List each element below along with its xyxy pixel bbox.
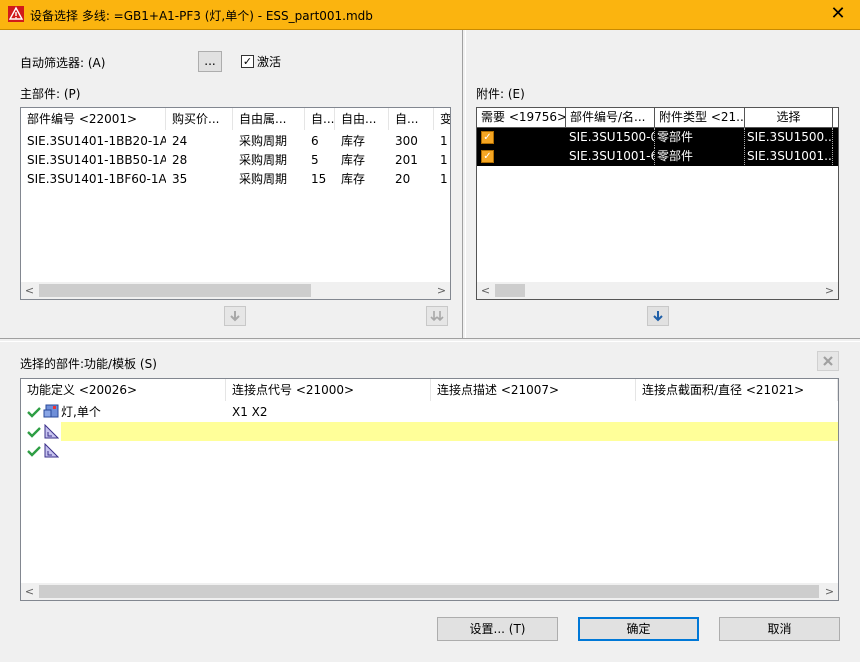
close-button[interactable]: ✕ (826, 3, 850, 25)
arrow-down-icon (653, 311, 663, 322)
table-cell[interactable]: 库存 (335, 170, 389, 189)
scroll-right-icon[interactable]: > (821, 282, 838, 299)
column-header[interactable]: 连接点描述 <21007> (431, 379, 636, 401)
ok-button[interactable]: 确定 (578, 617, 699, 641)
column-header[interactable]: 附件类型 <21... (655, 108, 745, 128)
horizontal-splitter[interactable] (0, 338, 860, 342)
column-header[interactable]: 连接点代号 <21000> (226, 379, 431, 401)
arrow-down-icon (230, 311, 240, 322)
double-arrow-down-icon (430, 311, 444, 322)
connection-designation-cell[interactable]: X1 X2 (226, 403, 426, 422)
table-cell[interactable]: 1 (434, 151, 450, 170)
main-parts-list[interactable]: 部件编号 <22001> 购买价... 自由属... 自... 自由... 自.… (20, 107, 451, 300)
table-cell[interactable]: SIE.3SU1401-1BB50-1AA0 (21, 151, 166, 170)
scroll-thumb[interactable] (39, 284, 311, 297)
table-cell[interactable]: 采购周期 (233, 132, 305, 151)
column-header-overflow (833, 108, 838, 128)
accessory-move-down-button[interactable] (647, 306, 669, 326)
table-cell[interactable]: 1 (434, 132, 450, 151)
table-cell[interactable]: SIE.3SU1401-1BF60-1AA0 (21, 170, 166, 189)
accessories-list[interactable]: 需要 <19756> 部件编号/名... 附件类型 <21... 选择 ✓ SI… (476, 107, 839, 300)
table-cell[interactable]: 15 (305, 170, 335, 189)
column-header[interactable]: 功能定义 <20026> (21, 379, 226, 401)
table-row-highlight[interactable] (61, 422, 838, 441)
selected-hscrollbar[interactable]: < > (21, 583, 838, 600)
selected-parts-list[interactable]: 功能定义 <20026> 连接点代号 <21000> 连接点描述 <21007>… (20, 378, 839, 601)
scroll-thumb[interactable] (39, 585, 819, 598)
window-title: 设备选择 多线: =GB1+A1-PF3 (灯,单个) - ESS_part00… (30, 9, 373, 23)
column-header[interactable]: 自由属... (233, 108, 305, 130)
activate-label: 激活 (257, 55, 282, 69)
required-checkbox[interactable]: ✓ (481, 150, 494, 163)
settings-button[interactable]: 设置... (T) (437, 617, 558, 641)
activate-checkbox[interactable]: ✓ (241, 55, 254, 68)
table-cell[interactable]: 采购周期 (233, 170, 305, 189)
scroll-right-icon[interactable]: > (821, 583, 838, 600)
function-definition-cell[interactable]: 灯,单个 (55, 403, 225, 422)
template-triangle-icon (44, 443, 59, 458)
column-header[interactable]: 选择 (745, 108, 833, 128)
table-cell[interactable]: 零部件 (655, 147, 745, 165)
table-cell[interactable]: SIE.3SU1500-0... (566, 128, 655, 146)
table-cell[interactable]: 零部件 (655, 128, 745, 146)
column-header[interactable]: 部件编号 <22001> (21, 108, 166, 130)
column-header[interactable]: 需要 <19756> (477, 108, 566, 128)
scroll-left-icon[interactable]: < (21, 583, 38, 600)
main-parts-label: 主部件: (P) (20, 87, 81, 101)
table-cell[interactable]: SIE.3SU1500... (745, 128, 833, 146)
column-header[interactable]: 连接点截面积/直径 <21021> (636, 379, 838, 401)
table-cell[interactable]: 5 (305, 151, 335, 170)
main-parts-hscrollbar[interactable]: < > (21, 282, 450, 299)
move-all-down-button[interactable] (426, 306, 448, 326)
required-checkbox[interactable]: ✓ (481, 131, 494, 144)
table-cell[interactable]: 35 (166, 170, 233, 189)
template-triangle-icon (44, 424, 59, 439)
table-cell[interactable]: 20 (389, 170, 434, 189)
column-header[interactable]: 购买价... (166, 108, 233, 130)
table-cell[interactable]: 28 (166, 151, 233, 170)
table-cell[interactable]: 24 (166, 132, 233, 151)
table-cell[interactable]: 201 (389, 151, 434, 170)
table-cell[interactable]: SIE.3SU1401-1BB20-1AA0 (21, 132, 166, 151)
checkmark-icon (27, 446, 41, 457)
accessories-label: 附件: (E) (476, 87, 525, 101)
table-cell[interactable]: 1 (434, 170, 450, 189)
cancel-button[interactable]: 取消 (719, 617, 840, 641)
selected-parts-label: 选择的部件:功能/模板 (S) (20, 357, 157, 371)
table-cell[interactable]: 库存 (335, 132, 389, 151)
close-icon (823, 356, 833, 366)
delete-button[interactable] (817, 351, 839, 371)
column-header[interactable]: 自... (389, 108, 434, 130)
scroll-thumb[interactable] (495, 284, 525, 297)
table-cell[interactable]: 库存 (335, 151, 389, 170)
scroll-left-icon[interactable]: < (21, 282, 38, 299)
scroll-left-icon[interactable]: < (477, 282, 494, 299)
column-header[interactable]: 自... (305, 108, 335, 130)
table-cell[interactable]: 6 (305, 132, 335, 151)
checkmark-icon (27, 427, 41, 438)
scroll-right-icon[interactable]: > (433, 282, 450, 299)
checkmark-icon (27, 407, 41, 418)
accessories-hscrollbar[interactable]: < > (477, 282, 838, 299)
table-cell[interactable]: SIE.3SU1001... (745, 147, 833, 165)
warning-app-icon (8, 6, 24, 22)
move-down-button[interactable] (224, 306, 246, 326)
filter-browse-button[interactable]: ... (198, 51, 222, 72)
auto-filter-label: 自动筛选器: (A) (20, 56, 106, 70)
table-cell[interactable]: 采购周期 (233, 151, 305, 170)
table-cell[interactable]: SIE.3SU1001-6... (566, 147, 655, 165)
column-header[interactable]: 变 (434, 108, 450, 130)
column-header[interactable]: 部件编号/名... (566, 108, 655, 128)
vertical-splitter[interactable] (462, 30, 466, 338)
table-cell[interactable]: 300 (389, 132, 434, 151)
column-header[interactable]: 自由... (335, 108, 389, 130)
